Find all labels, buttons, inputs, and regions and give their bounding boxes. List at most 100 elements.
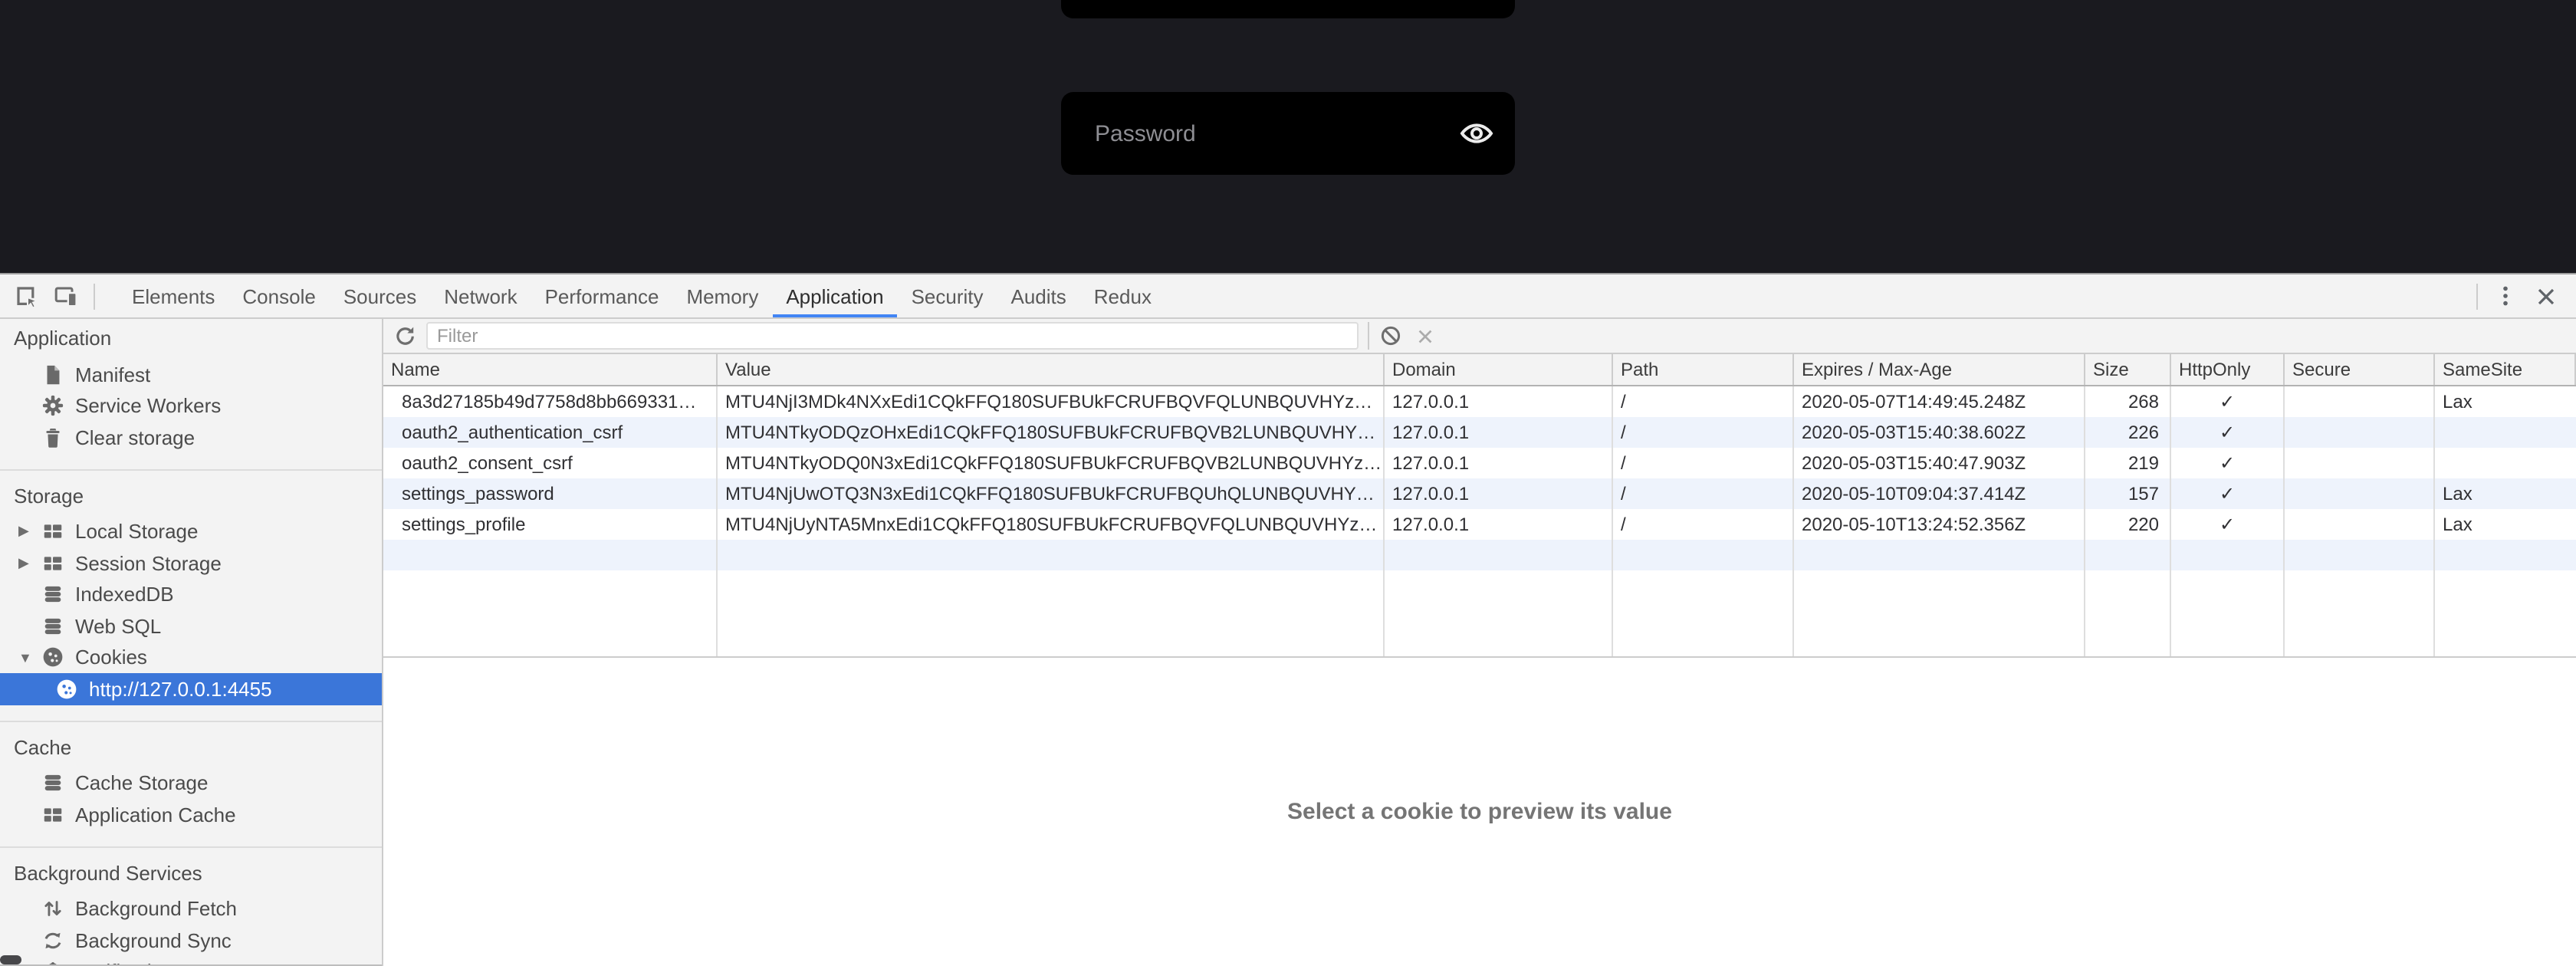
delete-selected-button[interactable] (1408, 319, 1441, 353)
cookie-row[interactable]: oauth2_consent_csrf MTU4NTkyODQ0N3xEdi1C… (383, 448, 2576, 478)
tab-elements[interactable]: Elements (118, 274, 228, 317)
column-header-path[interactable]: Path (1613, 354, 1794, 385)
expander-collapsed-icon[interactable]: ▶ (18, 524, 41, 540)
eye-icon[interactable] (1460, 121, 1493, 146)
cell-expires[interactable]: 2020-05-03T15:40:38.602Z (1794, 417, 2085, 448)
tab-redux[interactable]: Redux (1080, 274, 1165, 317)
sidebar-item-cookies[interactable]: ▼ Cookies (0, 642, 382, 673)
cookie-preview-pane: Select a cookie to preview its value (383, 658, 2576, 966)
sidebar-item-clear-storage[interactable]: Clear storage (0, 422, 382, 453)
cell-httponly[interactable]: ✓ (2171, 417, 2285, 448)
cell-value[interactable]: MTU4NTkyODQ0N3xEdi1CQkFFQ180SUFBUkFCRUFB… (718, 448, 1385, 478)
sidebar-item-session-storage[interactable]: ▶ Session Storage (0, 547, 382, 579)
cell-name[interactable]: oauth2_consent_csrf (383, 448, 718, 478)
column-header-name[interactable]: Name (383, 354, 718, 385)
password-field[interactable] (1061, 92, 1515, 175)
inspect-element-button[interactable] (6, 276, 46, 316)
cell-domain[interactable]: 127.0.0.1 (1385, 509, 1613, 540)
cell-size[interactable]: 268 (2085, 386, 2171, 417)
sidebar-scrollbar-thumb[interactable] (0, 955, 21, 964)
sidebar-item-manifest[interactable]: Manifest (0, 359, 382, 390)
password-input[interactable] (1092, 119, 1460, 148)
cell-domain[interactable]: 127.0.0.1 (1385, 386, 1613, 417)
cookie-filter-input[interactable] (426, 322, 1359, 350)
cell-domain[interactable]: 127.0.0.1 (1385, 417, 1613, 448)
refresh-button[interactable] (388, 319, 422, 353)
cell-samesite[interactable] (2435, 448, 2576, 478)
sidebar-item-background-sync[interactable]: Background Sync (0, 925, 382, 956)
tab-security[interactable]: Security (898, 274, 997, 317)
close-devtools-button[interactable] (2525, 276, 2565, 316)
column-header-secure[interactable]: Secure (2285, 354, 2435, 385)
cookie-row[interactable]: 8a3d27185b49d7758d8bb669331… MTU4NjI3MDk… (383, 386, 2576, 417)
cell-expires[interactable]: 2020-05-10T13:24:52.356Z (1794, 509, 2085, 540)
column-header-expires[interactable]: Expires / Max-Age (1794, 354, 2085, 385)
sidebar-item-service-workers[interactable]: Service Workers (0, 390, 382, 422)
cell-name[interactable]: settings_password (383, 478, 718, 509)
cell-value[interactable]: MTU4NjUyNTA5MnxEdi1CQkFFQ180SUFBUkFCRUFB… (718, 509, 1385, 540)
expander-collapsed-icon[interactable]: ▶ (18, 555, 41, 572)
cell-domain[interactable]: 127.0.0.1 (1385, 478, 1613, 509)
cell-httponly[interactable]: ✓ (2171, 478, 2285, 509)
sidebar-item-cache-storage[interactable]: Cache Storage (0, 767, 382, 799)
column-header-domain[interactable]: Domain (1385, 354, 1613, 385)
cell-expires[interactable]: 2020-05-03T15:40:47.903Z (1794, 448, 2085, 478)
cell-secure[interactable] (2285, 417, 2435, 448)
cell-expires[interactable]: 2020-05-10T09:04:37.414Z (1794, 478, 2085, 509)
tab-network[interactable]: Network (430, 274, 531, 317)
cookie-row[interactable]: settings_password MTU4NjUwOTQ3N3xEdi1CQk… (383, 478, 2576, 509)
cell-httponly[interactable]: ✓ (2171, 509, 2285, 540)
cell-path[interactable]: / (1613, 448, 1794, 478)
cell-samesite[interactable]: Lax (2435, 478, 2576, 509)
column-header-size[interactable]: Size (2085, 354, 2171, 385)
cell-size[interactable]: 157 (2085, 478, 2171, 509)
more-options-button[interactable] (2486, 276, 2525, 316)
tab-application[interactable]: Application (772, 274, 897, 317)
cell-size[interactable]: 226 (2085, 417, 2171, 448)
cookie-row[interactable]: oauth2_authentication_csrf MTU4NTkyODQzO… (383, 417, 2576, 448)
cell-secure[interactable] (2285, 448, 2435, 478)
tab-console[interactable]: Console (228, 274, 329, 317)
sidebar-item-cookies-origin[interactable]: http://127.0.0.1:4455 (0, 673, 382, 705)
cell-size[interactable]: 220 (2085, 509, 2171, 540)
cookie-row[interactable]: settings_profile MTU4NjUyNTA5MnxEdi1CQkF… (383, 509, 2576, 540)
cell-name[interactable]: oauth2_authentication_csrf (383, 417, 718, 448)
cell-samesite[interactable]: Lax (2435, 509, 2576, 540)
cell-name[interactable]: settings_profile (383, 509, 718, 540)
cell-value[interactable]: MTU4NjUwOTQ3N3xEdi1CQkFFQ180SUFBUkFCRUFB… (718, 478, 1385, 509)
cell-size[interactable]: 219 (2085, 448, 2171, 478)
cell-expires[interactable]: 2020-05-07T14:49:45.248Z (1794, 386, 2085, 417)
cell-value[interactable]: MTU4NjI3MDk4NXxEdi1CQkFFQ180SUFBUkFCRUFB… (718, 386, 1385, 417)
column-header-httponly[interactable]: HttpOnly (2171, 354, 2285, 385)
cell-value[interactable]: MTU4NTkyODQzOHxEdi1CQkFFQ180SUFBUkFCRUFB… (718, 417, 1385, 448)
sidebar-item-web-sql[interactable]: Web SQL (0, 610, 382, 642)
expander-expanded-icon[interactable]: ▼ (18, 650, 41, 665)
tab-audits[interactable]: Audits (997, 274, 1080, 317)
sidebar-item-local-storage[interactable]: ▶ Local Storage (0, 516, 382, 547)
cell-path[interactable]: / (1613, 478, 1794, 509)
cell-samesite[interactable]: Lax (2435, 386, 2576, 417)
sidebar-item-indexeddb[interactable]: IndexedDB (0, 579, 382, 610)
tab-memory[interactable]: Memory (672, 274, 772, 317)
cell-httponly[interactable]: ✓ (2171, 448, 2285, 478)
empty-row[interactable] (383, 540, 2576, 570)
tab-performance[interactable]: Performance (531, 274, 673, 317)
device-toolbar-button[interactable] (46, 276, 86, 316)
sidebar-item-application-cache[interactable]: Application Cache (0, 799, 382, 830)
cell-secure[interactable] (2285, 509, 2435, 540)
column-header-samesite[interactable]: SameSite (2435, 354, 2576, 385)
cell-samesite[interactable] (2435, 417, 2576, 448)
cell-path[interactable]: / (1613, 509, 1794, 540)
username-field-cropped[interactable] (1061, 0, 1515, 18)
cell-path[interactable]: / (1613, 386, 1794, 417)
cell-name[interactable]: 8a3d27185b49d7758d8bb669331… (383, 386, 718, 417)
tab-sources[interactable]: Sources (330, 274, 430, 317)
cell-path[interactable]: / (1613, 417, 1794, 448)
sidebar-item-background-fetch[interactable]: Background Fetch (0, 893, 382, 925)
cell-secure[interactable] (2285, 386, 2435, 417)
cell-secure[interactable] (2285, 478, 2435, 509)
cell-domain[interactable]: 127.0.0.1 (1385, 448, 1613, 478)
cell-httponly[interactable]: ✓ (2171, 386, 2285, 417)
clear-all-button[interactable] (1374, 319, 1408, 353)
column-header-value[interactable]: Value (718, 354, 1385, 385)
